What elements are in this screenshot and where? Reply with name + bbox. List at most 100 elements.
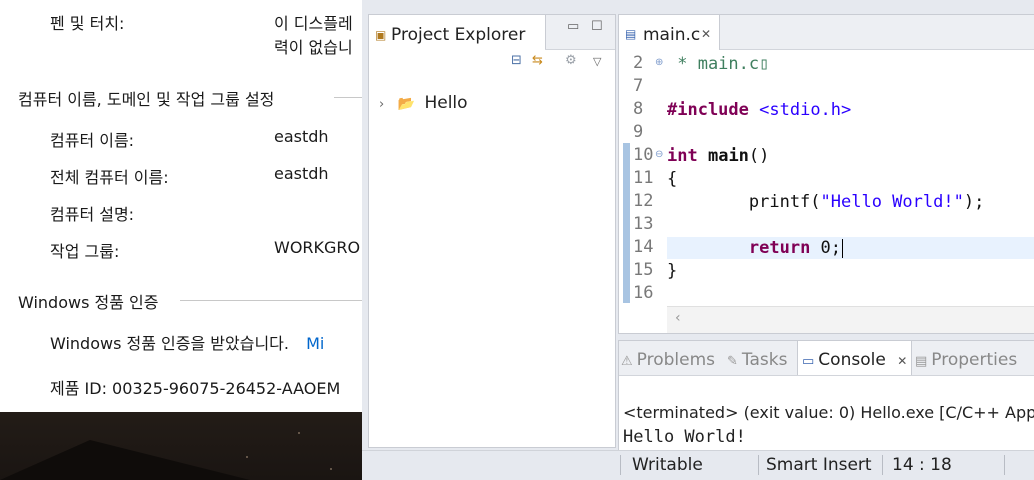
line-number: 13	[633, 214, 654, 234]
star	[246, 456, 248, 458]
console-header: <terminated> (exit value: 0) Hello.exe […	[623, 403, 1034, 422]
c-project-icon: 📂	[397, 96, 416, 112]
code-token: return	[748, 238, 811, 258]
computer-name-value: eastdh	[274, 127, 329, 146]
bottom-panel-tabbar: ⚠ Problems ✎ Tasks ▭ Console ✕ ▤ Properties	[619, 341, 1034, 376]
line-number: 10	[633, 145, 654, 165]
code-line[interactable]: #include <stdio.h>	[667, 99, 1034, 121]
chevron-right-icon[interactable]: ›	[379, 97, 384, 112]
close-icon[interactable]: ✕	[897, 354, 907, 368]
line-number: 15	[633, 260, 654, 280]
code-token: * main.c	[667, 54, 760, 74]
tab-label: Console	[818, 350, 886, 370]
code-line[interactable]	[667, 122, 1034, 144]
link-with-editor-icon[interactable]: ⇆	[532, 53, 543, 68]
filters-icon[interactable]: ⚙	[565, 53, 577, 68]
star	[330, 468, 332, 470]
code-token: }	[667, 261, 678, 281]
eclipse-window: ▭ ☐ ▣ Project Explorer ⊟ ⇆ ⚙ ▽ › 📂 Hello…	[362, 0, 1034, 480]
collapse-all-icon[interactable]: ⊟	[511, 53, 522, 68]
scroll-left-icon[interactable]: ‹	[675, 310, 681, 326]
product-id: 제품 ID: 00325-96075-26452-AAOEM	[50, 379, 341, 398]
code-line[interactable]	[667, 214, 1034, 236]
tree-item-hello[interactable]: › 📂 Hello	[379, 93, 468, 113]
code-token: {	[667, 169, 678, 189]
project-explorer-view: ▭ ☐ ▣ Project Explorer ⊟ ⇆ ⚙ ▽ › 📂 Hello	[368, 14, 616, 448]
change-bar	[623, 143, 630, 303]
code-token: ▯	[759, 54, 770, 74]
star	[298, 432, 300, 434]
line-number: 16	[633, 283, 654, 303]
system-properties-window: 펜 및 터치: 이 디스플레 력이 없습니 컴퓨터 이름, 도메인 및 작업 그…	[0, 0, 362, 412]
console-output[interactable]: Hello World!	[623, 427, 746, 447]
code-line[interactable]	[667, 76, 1034, 98]
view-menu-icon[interactable]: ▽	[593, 55, 601, 68]
code-line[interactable]: * main.c▯	[667, 53, 1034, 75]
code-line[interactable]: int main()	[667, 145, 1034, 167]
line-number-gutter: 2 ⊕ 7 8 9 10 ⊖ 11 12 13 14 15 16	[619, 51, 667, 311]
code-line[interactable]: printf("Hello World!");	[667, 191, 1034, 213]
code-token: int	[667, 146, 698, 166]
pen-touch-value-2: 력이 없습니	[274, 38, 353, 57]
full-computer-name-label: 전체 컴퓨터 이름:	[50, 168, 169, 187]
tab-main-c[interactable]: ▤ main.c ✕	[619, 15, 720, 50]
tab-properties[interactable]: ▤ Properties	[915, 341, 1017, 375]
tree-item-label: Hello	[424, 93, 468, 113]
code-line[interactable]: {	[667, 168, 1034, 190]
status-insert-mode: Smart Insert	[766, 455, 872, 475]
activation-link[interactable]: Mi	[306, 334, 324, 353]
pen-touch-value-1: 이 디스플레	[274, 14, 353, 33]
status-separator	[758, 455, 759, 475]
code-token: printf(	[667, 192, 821, 212]
code-token: "Hello World!"	[820, 192, 964, 212]
tab-label: Properties	[931, 350, 1018, 370]
horizontal-scrollbar[interactable]: ‹	[667, 306, 1034, 333]
problems-icon: ⚠	[621, 354, 633, 369]
minimize-icon[interactable]: ▭	[567, 19, 579, 34]
code-token: 0;	[810, 238, 842, 258]
collapse-fold-icon[interactable]: ⊖	[655, 149, 663, 160]
status-separator	[620, 455, 621, 475]
workgroup-label: 작업 그룹:	[50, 242, 120, 261]
code-token: ()	[748, 146, 770, 166]
properties-icon: ▤	[915, 354, 928, 369]
tab-tasks[interactable]: ✎ Tasks	[727, 341, 787, 375]
section-divider	[180, 300, 362, 301]
line-number: 14	[633, 237, 654, 257]
project-explorer-header: ▭ ☐	[545, 15, 615, 50]
code-line[interactable]: return 0;	[667, 237, 1034, 259]
line-number: 8	[633, 99, 644, 119]
workgroup-value: WORKGRO	[274, 238, 361, 257]
tab-console[interactable]: ▭ Console ✕	[797, 341, 913, 375]
project-explorer-icon: ▣	[375, 28, 387, 42]
tab-problems[interactable]: ⚠ Problems	[621, 341, 715, 375]
code-token: );	[963, 192, 985, 212]
editor-tab-title: main.c	[643, 25, 701, 45]
close-icon[interactable]: ✕	[701, 27, 711, 41]
status-cursor-position: 14 : 18	[892, 455, 952, 475]
maximize-icon[interactable]: ☐	[591, 19, 603, 34]
c-file-icon: ▤	[625, 27, 637, 41]
code-line[interactable]: }	[667, 260, 1034, 282]
text-caret	[842, 238, 844, 258]
status-separator	[882, 455, 883, 475]
bottom-panel: ⚠ Problems ✎ Tasks ▭ Console ✕ ▤ Properties …	[618, 340, 1034, 452]
line-number: 2	[633, 53, 644, 73]
tab-project-explorer[interactable]: ▣ Project Explorer	[369, 15, 546, 49]
code-token: <stdio.h>	[759, 100, 852, 120]
code-line[interactable]	[667, 283, 1034, 305]
console-icon: ▭	[802, 354, 815, 369]
status-separator	[1004, 455, 1005, 475]
status-writable: Writable	[632, 455, 703, 475]
project-explorer-title: Project Explorer	[391, 25, 526, 45]
code-token: main	[707, 146, 749, 166]
activation-status: Windows 정품 인증을 받았습니다. Mi	[50, 330, 324, 354]
status-bar: Writable Smart Insert 14 : 18	[362, 450, 1034, 480]
tab-label: Tasks	[741, 350, 788, 370]
computer-name-section-title: 컴퓨터 이름, 도메인 및 작업 그룹 설정	[18, 90, 275, 109]
pen-touch-label: 펜 및 터치:	[50, 14, 125, 33]
line-number: 11	[633, 168, 654, 188]
expand-fold-icon[interactable]: ⊕	[655, 57, 663, 68]
